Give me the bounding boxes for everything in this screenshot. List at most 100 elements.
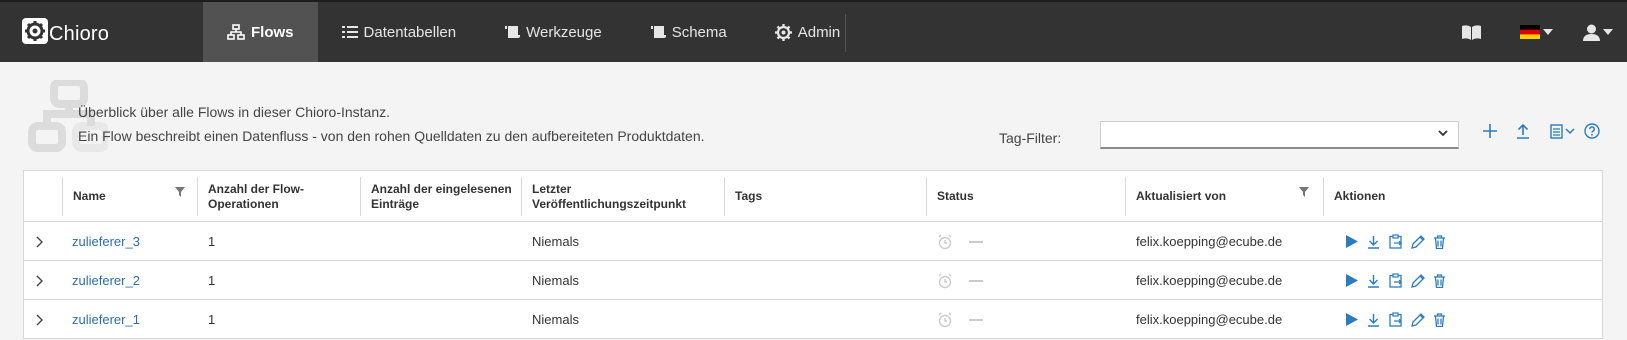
clipboard-export-icon [1388,312,1402,327]
flow-name-link[interactable]: zulieferer_3 [72,222,140,261]
column-header-status[interactable]: Status [926,171,1125,222]
flow-name-link[interactable]: zulieferer_2 [72,261,140,300]
columns-menu-button[interactable] [1550,124,1576,144]
flow-published: Niemals [532,312,579,327]
run-button[interactable] [1342,235,1361,248]
nav-flows[interactable]: Flows [203,2,318,62]
nav-werkzeuge-label: Werkzeuge [526,23,602,41]
run-button[interactable] [1342,274,1361,287]
column-header-published[interactable]: Letzter Veröffentlichungszeitpunkt [521,171,724,222]
user-icon [1583,24,1600,41]
language-selector[interactable] [1520,2,1553,62]
flow-updated-by: felix.koepping@ecube.de [1136,234,1283,249]
play-icon [1345,274,1358,287]
expand-row-button[interactable] [36,261,43,300]
column-header-entries[interactable]: Anzahl der eingelesenen Einträge [360,171,521,222]
delete-button[interactable] [1430,273,1449,288]
nav-flows-label: Flows [251,23,294,41]
expand-row-button[interactable] [36,300,43,339]
expand-row-button[interactable] [36,222,43,261]
book-icon [1462,24,1481,40]
add-flow-button[interactable] [1483,124,1497,143]
edit-button[interactable] [1408,273,1427,288]
nav-divider [845,14,846,52]
run-button[interactable] [1342,313,1361,326]
export-button[interactable] [1386,234,1405,249]
flow-operations-count: 1 [208,273,216,288]
export-button[interactable] [1386,312,1405,327]
dash-icon [969,279,983,282]
intro-line-1: Überblick über alle Flows in dieser Chio… [78,104,391,120]
delete-button[interactable] [1430,234,1449,249]
table-row[interactable]: zulieferer_3 1 Niemals felix.koepping@ec… [24,222,1602,261]
flow-published: Niemals [532,273,579,288]
download-button[interactable] [1364,274,1383,288]
flow-operations-count: 1 [208,312,216,327]
top-navigation-bar: Chioro Flows Datentabellen Werkzeuge Sch… [0,0,1627,62]
nav-werkzeuge[interactable]: Werkzeuge [480,2,626,62]
columns-menu-icon [1550,124,1575,139]
row-actions [1342,300,1449,339]
main-nav: Flows Datentabellen Werkzeuge Schema Adm… [203,2,864,62]
alarm-clock-icon [938,312,952,327]
nav-datentabellen-label: Datentabellen [363,23,457,41]
flow-name-link[interactable]: zulieferer_1 [72,300,140,339]
table-row[interactable]: zulieferer_1 1 Niemals felix.koepping@ec… [24,300,1602,338]
help-button[interactable] [1584,123,1600,144]
dash-icon [969,240,983,243]
tag-filter-label: Tag-Filter: [999,130,1062,146]
edit-button[interactable] [1408,234,1427,249]
nav-admin[interactable]: Admin [751,2,865,62]
user-menu[interactable] [1583,2,1613,62]
trash-icon [1434,273,1445,288]
flows-table: Name Anzahl der Flow-Operationen Anzahl … [23,170,1603,339]
column-header-actions: Aktionen [1334,189,1386,203]
flow-status [937,300,983,339]
column-header-operations[interactable]: Anzahl der Flow-Operationen [197,171,360,222]
app-name: Chioro [49,23,110,45]
nav-schema[interactable]: Schema [626,2,751,62]
flow-status [937,222,983,261]
play-icon [1345,235,1358,248]
sitemap-icon [227,24,245,40]
download-button[interactable] [1364,235,1383,249]
caret-down-icon [1543,29,1553,35]
tag-filter-select[interactable] [1100,121,1459,149]
gear-icon [774,23,792,41]
upload-button[interactable] [1516,123,1530,144]
book-button[interactable] [1462,2,1481,62]
upload-icon [1517,123,1529,139]
filter-icon[interactable] [1299,187,1309,197]
list-icon [341,26,358,38]
chevron-right-icon [36,275,43,286]
app-logo[interactable]: Chioro [22,15,109,46]
filter-icon[interactable] [175,187,185,197]
german-flag-icon [1520,25,1540,39]
flow-updated-by: felix.koepping@ecube.de [1136,312,1283,327]
download-button[interactable] [1364,313,1383,327]
table-row[interactable]: zulieferer_2 1 Niemals felix.koepping@ec… [24,261,1602,300]
export-button[interactable] [1386,273,1405,288]
caret-down-icon [1603,29,1613,35]
help-icon [1584,123,1600,139]
clipboard-export-icon [1388,273,1402,288]
flow-updated-by: felix.koepping@ecube.de [1136,273,1283,288]
column-header-updated-by[interactable]: Aktualisiert von [1125,171,1323,222]
delete-button[interactable] [1430,312,1449,327]
nav-datentabellen[interactable]: Datentabellen [318,2,481,62]
chevron-right-icon [36,236,43,247]
gear-logo-icon [22,17,48,44]
scroll-icon [650,26,666,38]
download-icon [1368,274,1379,288]
pencil-icon [1410,273,1425,288]
flow-status [937,261,983,300]
intro-line-2: Ein Flow beschreibt einen Datenfluss - v… [78,128,705,144]
trash-icon [1434,234,1445,249]
edit-button[interactable] [1408,312,1427,327]
page-content: Überblick über alle Flows in dieser Chio… [0,62,1627,340]
column-header-tags[interactable]: Tags [724,171,926,222]
plus-icon [1483,124,1497,138]
row-actions [1342,261,1449,300]
dash-icon [969,318,983,321]
row-actions [1342,222,1449,261]
